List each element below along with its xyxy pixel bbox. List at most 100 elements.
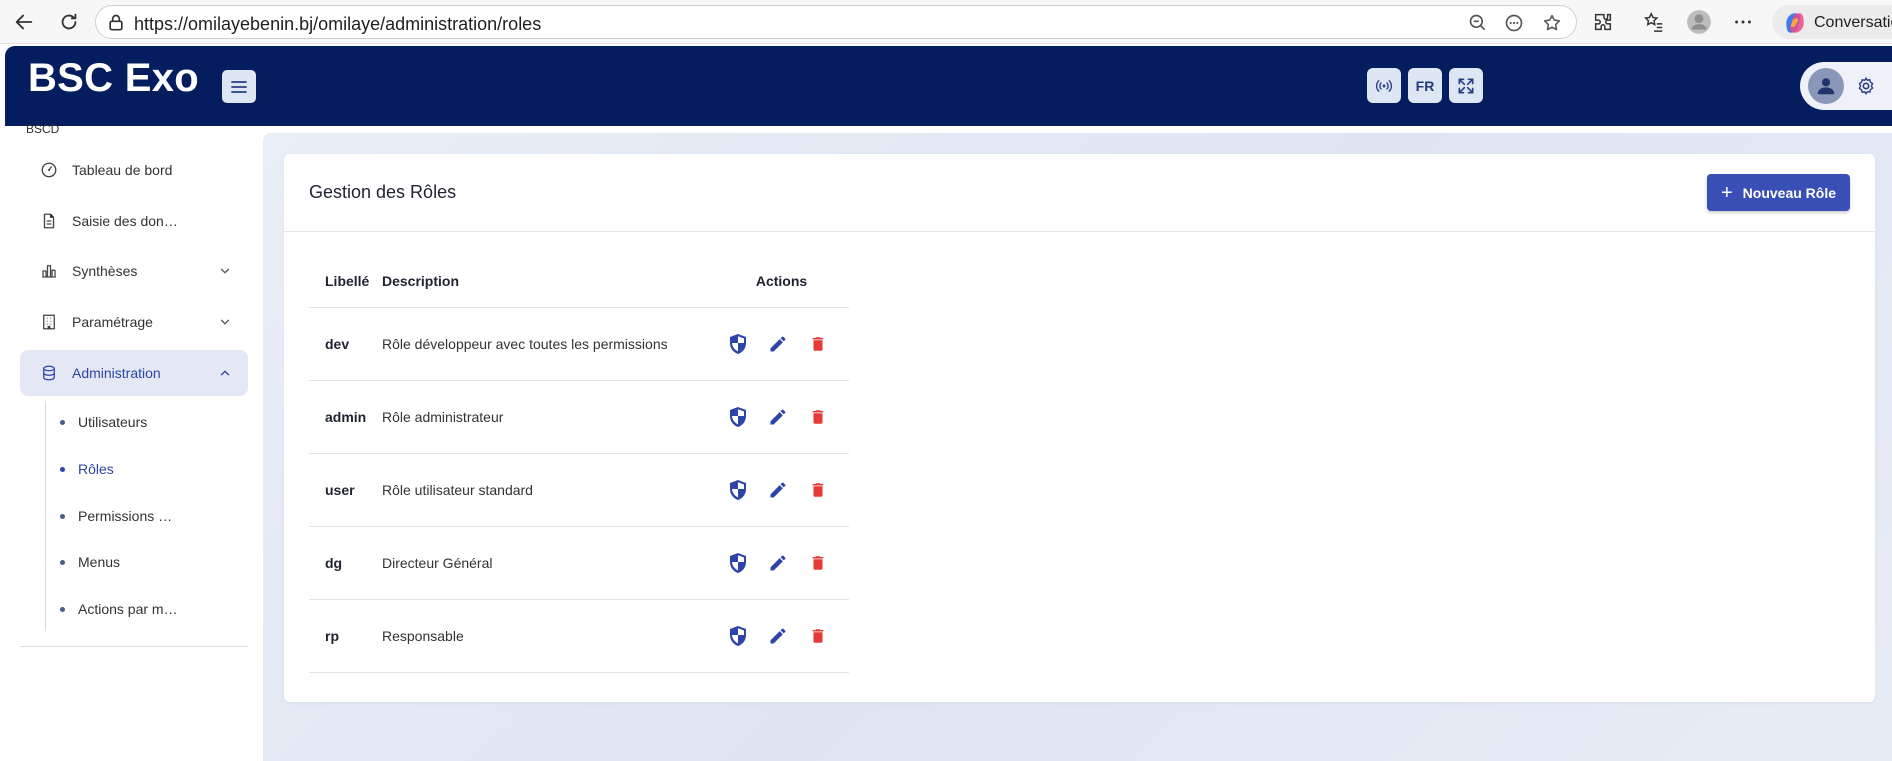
more-horizontal-icon [1735,20,1751,24]
permissions-button[interactable] [726,478,750,502]
app-header: BSC Exo FR [5,46,1892,126]
sidebar-item-administration[interactable]: Administration [20,350,248,396]
app-brand[interactable]: BSC Exo [28,56,199,101]
pencil-icon [770,555,786,570]
page-title: Gestion des Rôles [309,182,457,202]
edit-button[interactable] [766,332,790,356]
trash-icon [812,555,824,570]
edit-button[interactable] [766,551,790,575]
sidebar-subitem-roles[interactable]: Rôles [60,458,114,480]
new-role-button-label: Nouveau Rôle [1742,184,1837,201]
favorite-star-icon[interactable] [1542,13,1562,33]
sidebar-subitem-label: Permissions … [78,508,173,524]
bullet-icon [60,606,65,612]
building-icon [43,314,55,330]
sidebar-subitem-label: Utilisateurs [78,414,148,430]
zoom-out-icon[interactable] [1468,13,1488,33]
sidebar-divider [20,646,248,647]
back-button[interactable] [10,8,38,36]
more-options-circle-icon[interactable] [1504,13,1524,33]
broadcast-icon [1375,79,1393,92]
role-actions [714,307,849,381]
pencil-icon [770,628,786,643]
shield-icon [730,479,746,500]
column-header-libelle[interactable]: Libellé [309,255,382,308]
shield-icon [730,406,746,427]
sidebar-item-syntheses[interactable]: Synthèses [20,248,248,294]
permissions-button[interactable] [726,551,750,575]
bullet-icon [60,513,65,519]
browser-toolbar: https://omilayebenin.bj/omilaye/administ… [0,0,1892,44]
table-header-row: Libellé Description Actions [309,255,849,308]
edit-button[interactable] [766,624,790,648]
document-icon [43,213,55,229]
sidebar-subitem-label: Rôles [78,461,114,477]
address-bar[interactable]: https://omilayebenin.bj/omilaye/administ… [95,5,1577,39]
broadcast-button[interactable] [1367,68,1401,103]
delete-button[interactable] [806,551,830,575]
gear-icon[interactable] [1856,76,1876,96]
role-description: Rôle développeur avec toutes les permiss… [382,307,714,381]
favorites-button[interactable] [1641,9,1667,35]
role-actions [714,526,849,600]
new-role-button[interactable]: + Nouveau Rôle [1707,174,1850,211]
delete-button[interactable] [806,624,830,648]
fullscreen-button[interactable] [1449,68,1483,103]
sidebar-subitem-permissions[interactable]: Permissions … [60,505,172,527]
table-row: user Rôle utilisateur standard [309,453,849,527]
bullet-icon [60,559,65,565]
column-header-description[interactable]: Description [382,255,714,308]
delete-button[interactable] [806,405,830,429]
settings-more-button[interactable] [1730,9,1756,35]
user-menu[interactable] [1800,62,1892,110]
trash-icon [812,628,824,643]
pencil-icon [770,482,786,497]
edit-button[interactable] [766,478,790,502]
sidebar-item-label: Saisie des don… [72,213,178,229]
fullscreen-icon [1458,78,1474,93]
bullet-icon [60,466,65,472]
sidebar-item-parametrage[interactable]: Paramétrage [20,299,248,345]
refresh-button[interactable] [55,8,83,36]
gauge-icon [41,162,57,178]
trash-icon [812,409,824,424]
bullet-icon [60,419,65,425]
sidebar-item-label: Tableau de bord [72,162,173,178]
roles-table: Libellé Description Actions dev Rôle dév… [309,255,849,673]
sidebar-item-tableau-de-bord[interactable]: Tableau de bord [20,147,248,193]
copilot-icon [1786,13,1804,33]
language-button[interactable]: FR [1408,68,1442,103]
table-row: dg Directeur Général [309,526,849,600]
edit-button[interactable] [766,405,790,429]
permissions-button[interactable] [726,332,750,356]
main-content: Gestion des Rôles + Nouveau Rôle Libellé… [263,133,1892,761]
site-info-icon[interactable] [106,13,126,33]
permissions-button[interactable] [726,405,750,429]
database-icon [43,365,55,381]
delete-button[interactable] [806,332,830,356]
sidebar-subitem-menus[interactable]: Menus [60,551,120,573]
profile-button[interactable] [1686,9,1712,35]
sidebar-subitem-actions-par-menu[interactable]: Actions par m… [60,598,178,620]
avatar[interactable] [1808,68,1844,104]
url-text[interactable]: https://omilayebenin.bj/omilaye/administ… [134,14,541,35]
chevron-down-icon [220,268,230,274]
table-row: rp Responsable [309,599,849,673]
sidebar-toggle-button[interactable] [222,70,256,103]
copilot-button[interactable]: Conversatio [1772,5,1892,39]
submenu-guide-line [45,401,46,631]
role-description: Responsable [382,599,714,673]
user-icon [1817,78,1835,95]
extensions-button[interactable] [1590,9,1616,35]
org-code: BSCD [26,122,60,136]
delete-button[interactable] [806,478,830,502]
profile-icon [1687,10,1711,34]
role-actions [714,453,849,527]
sidebar-item-label: Administration [72,365,161,381]
role-label: dev [309,307,382,381]
table-row: dev Rôle développeur avec toutes les per… [309,307,849,381]
sidebar-item-saisie-des-donnees[interactable]: Saisie des don… [20,198,248,244]
permissions-button[interactable] [726,624,750,648]
sidebar-subitem-utilisateurs[interactable]: Utilisateurs [60,411,147,433]
table-row: admin Rôle administrateur [309,380,849,454]
